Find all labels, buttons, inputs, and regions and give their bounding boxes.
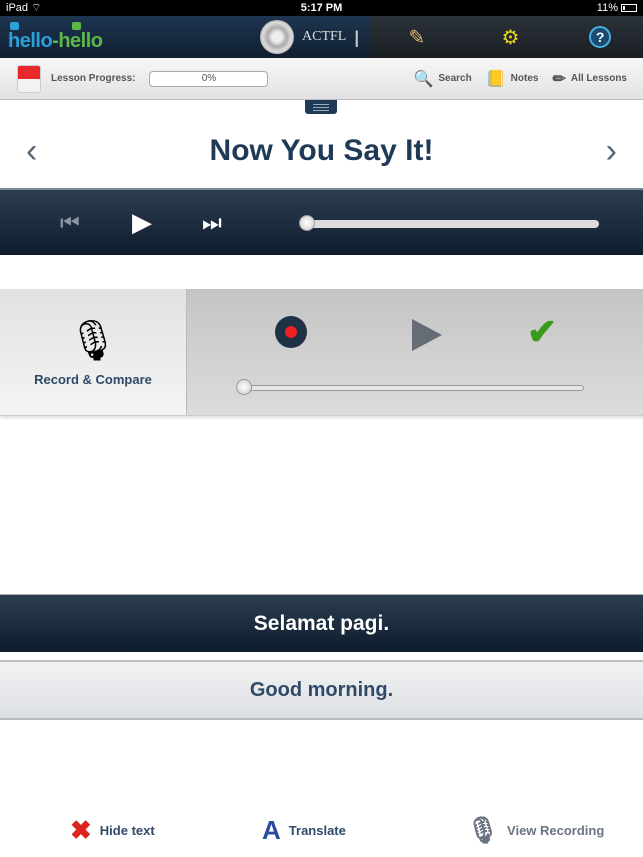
lesson-toolbar: Lesson Progress: 0% 🔍 Search 📒 Notes ✏ All … xyxy=(0,58,643,100)
translate-button[interactable]: A Translate xyxy=(262,815,346,846)
previous-arrow-icon[interactable]: ‹ xyxy=(26,132,37,171)
microphone-magnifier-icon: 🎙 xyxy=(466,814,500,845)
record-compare-tab[interactable]: 🎙 Record & Compare xyxy=(0,289,187,415)
recording-slider[interactable] xyxy=(236,379,584,395)
audio-player: ⏮ ▶ ⏭ xyxy=(0,188,643,255)
menu-handle[interactable] xyxy=(305,100,337,114)
indonesian-flag-icon xyxy=(17,64,41,93)
battery: 11% xyxy=(597,2,637,14)
settings-gears-icon[interactable]: ⚙ xyxy=(495,22,525,52)
slider-knob[interactable] xyxy=(236,379,252,395)
notepad-icon: 📒 xyxy=(485,70,506,88)
hide-text-icon: ✖ xyxy=(70,814,92,845)
status-bar: iPad ⌔ 5:17 PM 11% xyxy=(0,0,643,16)
all-lessons-button[interactable]: ✏ All Lessons xyxy=(552,69,627,89)
bottom-actions: ✖ Hide text A Translate 🎙 View Recording xyxy=(0,810,643,850)
page-title: Now You Say It! xyxy=(209,134,434,167)
record-button[interactable] xyxy=(275,316,307,348)
audio-progress-slider[interactable] xyxy=(299,215,599,231)
hide-text-button[interactable]: ✖ Hide text xyxy=(70,815,155,846)
slider-knob[interactable] xyxy=(299,215,315,231)
microphone-icon: 🎙 xyxy=(67,319,119,363)
target-phrase: Selamat pagi. xyxy=(0,594,643,652)
actfl-badge: ACTFL ||| xyxy=(260,20,359,54)
app-header: hello-hello ACTFL ||| ✎ ⚙ ? xyxy=(0,16,643,58)
battery-icon xyxy=(621,4,637,13)
device-label: iPad ⌔ xyxy=(6,2,42,14)
search-button[interactable]: 🔍 Search xyxy=(413,69,471,89)
actfl-logo-icon xyxy=(260,20,294,54)
notes-button[interactable]: 📒 Notes xyxy=(486,69,539,89)
checkmark-icon[interactable]: ✔ xyxy=(527,311,557,353)
view-recording-button[interactable]: 🎙 View Recording xyxy=(466,815,604,846)
notebook-icon[interactable]: ✎ xyxy=(402,22,432,52)
play-recording-button[interactable] xyxy=(412,319,442,351)
wifi-icon: ⌔ xyxy=(31,2,42,14)
lesson-progress-label: Lesson Progress: xyxy=(51,73,136,84)
app-logo: hello-hello xyxy=(8,22,103,53)
translation-phrase: Good morning. xyxy=(0,660,643,720)
help-icon[interactable]: ? xyxy=(589,26,612,48)
speech-bubble-icon xyxy=(72,22,81,30)
record-icon xyxy=(285,326,297,338)
next-arrow-icon[interactable]: › xyxy=(606,132,617,171)
title-bar: ‹ Now You Say It! › xyxy=(0,114,643,188)
clock: 5:17 PM xyxy=(300,2,343,14)
translate-icon: A xyxy=(262,814,281,845)
lesson-progress-bar: 0% xyxy=(149,70,269,87)
play-icon[interactable]: ▶ xyxy=(132,207,152,238)
pencil-cup-icon: ✏ xyxy=(552,70,566,88)
record-compare-panel: 🎙 Record & Compare ✔ xyxy=(0,289,643,416)
skip-forward-icon[interactable]: ⏭ xyxy=(202,210,222,236)
skip-back-icon[interactable]: ⏮ xyxy=(60,210,80,236)
speech-bubble-icon xyxy=(10,22,19,30)
search-icon: 🔍 xyxy=(413,70,434,88)
